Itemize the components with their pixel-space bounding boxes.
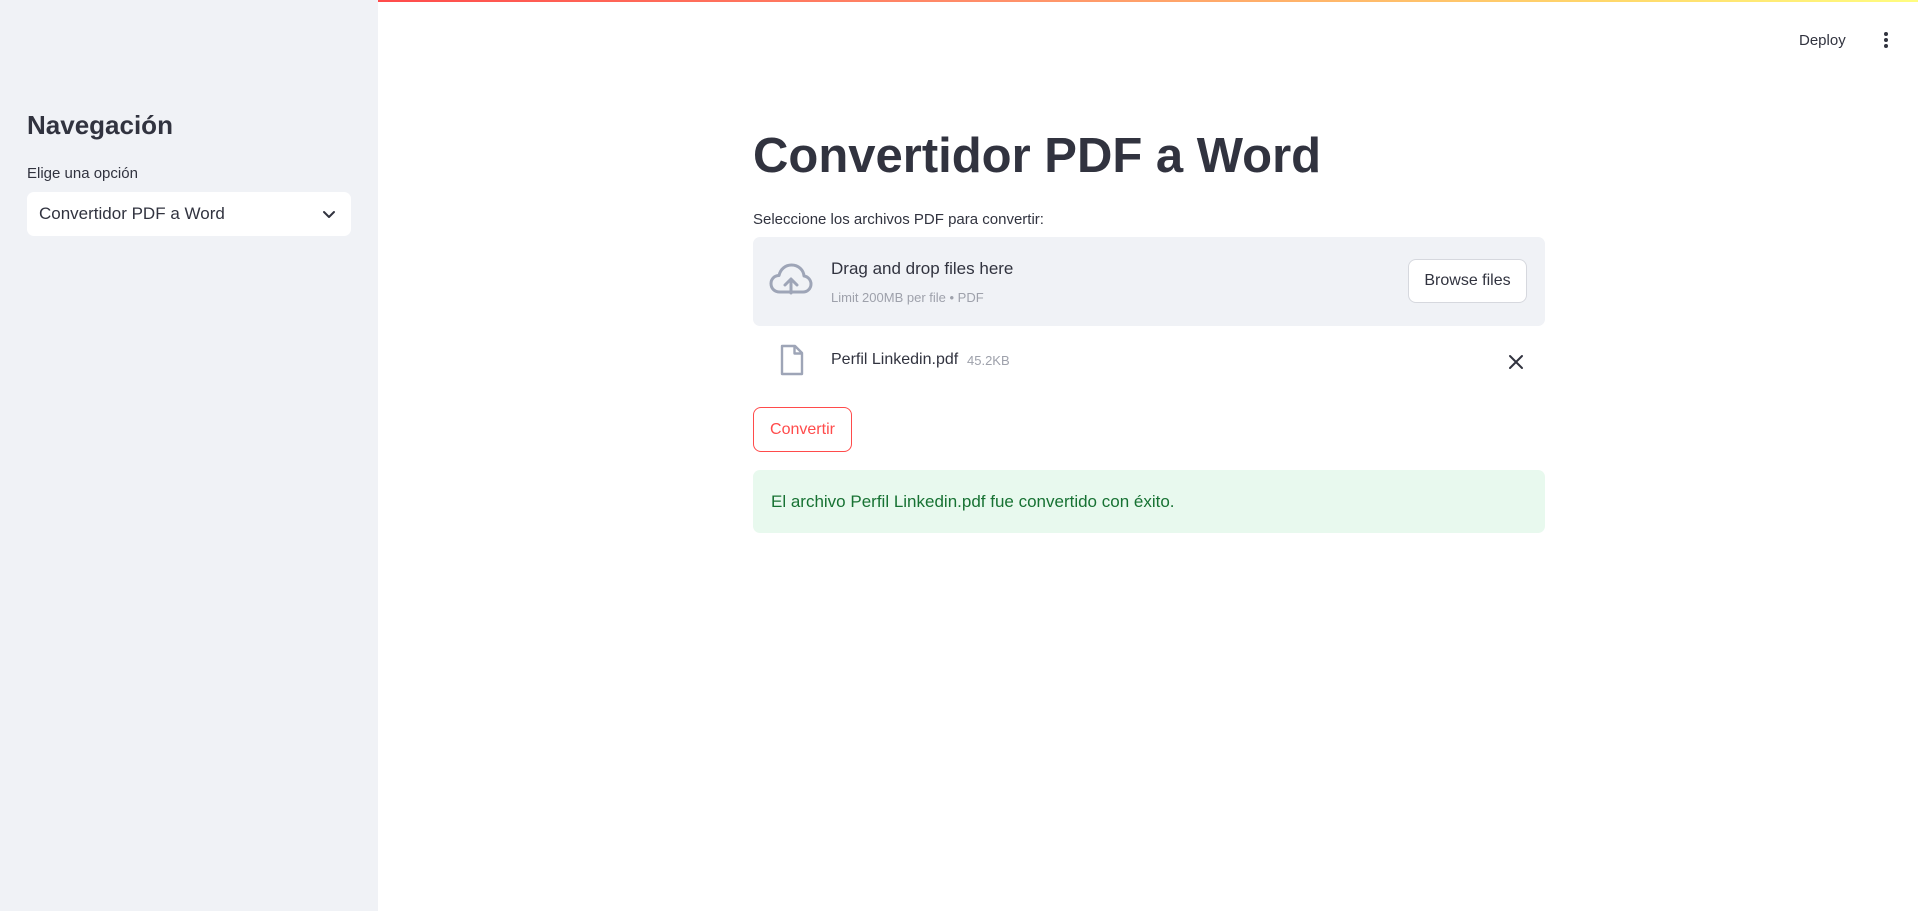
kebab-menu-icon[interactable]	[1873, 27, 1899, 53]
convert-button[interactable]: Convertir	[753, 407, 852, 452]
file-size: 45.2KB	[967, 353, 1010, 368]
sidebar: Navegación Elige una opción Convertidor …	[0, 0, 378, 911]
sidebar-title: Navegación	[27, 110, 173, 140]
select-value: Convertidor PDF a Word	[39, 204, 225, 223]
dropzone-limit: Limit 200MB per file • PDF	[831, 290, 984, 305]
browse-files-button[interactable]: Browse files	[1408, 259, 1527, 303]
deploy-button[interactable]: Deploy	[1799, 27, 1846, 53]
dropzone-title: Drag and drop files here	[831, 259, 1014, 278]
success-message: El archivo Perfil Linkedin.pdf fue conve…	[771, 491, 1175, 511]
close-icon[interactable]	[1506, 352, 1526, 372]
uploaded-file-row: Perfil Linkedin.pdf 45.2KB	[753, 342, 1545, 382]
success-alert: El archivo Perfil Linkedin.pdf fue conve…	[753, 470, 1545, 533]
file-icon	[779, 344, 805, 376]
select-label: Elige una opción	[27, 165, 138, 182]
uploader-label: Seleccione los archivos PDF para convert…	[753, 211, 1044, 228]
navigation-select[interactable]: Convertidor PDF a Word	[27, 192, 351, 236]
main-area: Deploy Convertidor PDF a Word Seleccione…	[378, 0, 1918, 911]
file-dropzone[interactable]: Drag and drop files here Limit 200MB per…	[753, 237, 1545, 326]
page-title: Convertidor PDF a Word	[753, 129, 1322, 183]
cloud-upload-icon	[769, 262, 813, 300]
chevron-down-icon	[321, 206, 337, 222]
top-decoration-bar	[378, 0, 1918, 2]
file-name: Perfil Linkedin.pdf	[831, 351, 959, 368]
